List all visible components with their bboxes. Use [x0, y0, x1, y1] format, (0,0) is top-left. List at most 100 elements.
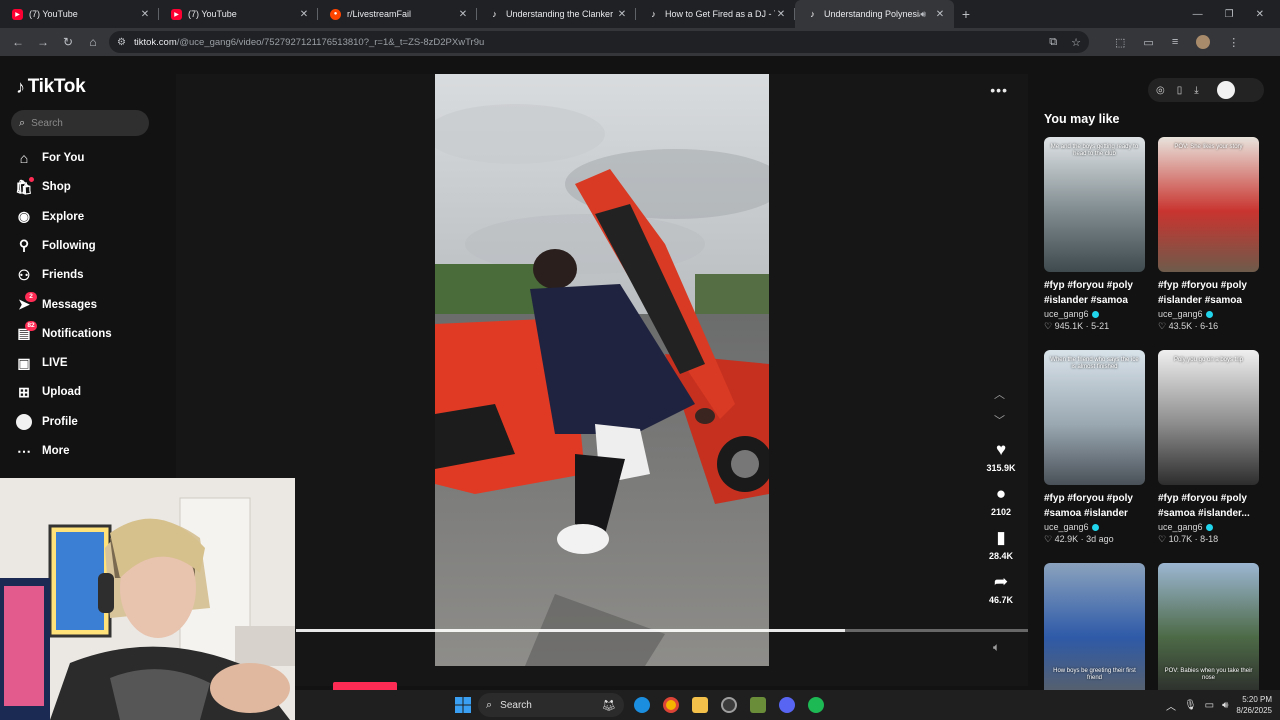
speaker-icon[interactable]: 🔊︎ [1222, 700, 1228, 711]
obs-icon[interactable] [721, 697, 737, 713]
sidebar-item-more[interactable]: ⋯ More [16, 441, 69, 461]
recommended-video-title[interactable]: #fyp #foryou #poly #samoa #islander [1044, 491, 1145, 521]
browser-tab[interactable]: ♪ Understanding the Clanker Me ✕ [477, 0, 636, 28]
tray-expand-icon[interactable]: ︿ [1166, 698, 1176, 713]
recommended-video[interactable]: POV: Babies when you take their nose [1158, 563, 1259, 698]
browser-tab[interactable]: ♪ How to Get Fired as a DJ - Tips✕ [636, 0, 795, 28]
next-video-icon[interactable]: ﹀ [994, 412, 1005, 428]
video-thumbnail[interactable]: Poly you go on a boys trip [1158, 350, 1259, 485]
browser-profile-avatar[interactable] [1196, 35, 1211, 49]
video-thumbnail[interactable]: When the friend who says the ice is almo… [1044, 350, 1145, 485]
reload-icon[interactable]: ↻ [56, 35, 80, 49]
video-thumbnail[interactable]: How boys be greeting their first friend [1044, 563, 1145, 698]
extensions-icon[interactable]: ⬚ [1115, 36, 1125, 49]
microphone-icon[interactable]: 🎙︎ [1184, 700, 1197, 711]
discord-icon[interactable] [779, 697, 795, 713]
sidebar-item-friends[interactable]: ⚇ Friends [16, 265, 84, 285]
file-explorer-icon[interactable] [692, 697, 708, 713]
forward-icon[interactable]: → [31, 35, 55, 49]
comment-button[interactable]: ● 2102 [981, 484, 1021, 517]
recommended-video-title[interactable]: #fyp #foryou #poly #islander #samoa [1158, 278, 1259, 308]
sidebar-item-messages[interactable]: ➤ 2 Messages [16, 291, 97, 315]
comment-count: 2102 [990, 507, 1012, 517]
video-progress-bar[interactable] [296, 629, 1028, 632]
recommended-video[interactable]: How boys be greeting their first friend [1044, 563, 1145, 698]
tiktok-logo[interactable]: ♪ TikTok [16, 76, 86, 98]
minimize-icon[interactable]: — [1193, 9, 1203, 20]
recommended-video[interactable]: POV: She likes your story #fyp #foryou #p… [1158, 137, 1259, 332]
taskbar-search[interactable]: ⌕ Search 🦊︎ [478, 693, 624, 717]
video-thumbnail[interactable]: Me and the boys getting ready to head to… [1044, 137, 1145, 272]
recommended-video-author[interactable]: uce_gang6 [1044, 522, 1145, 532]
video-frame[interactable] [435, 74, 769, 666]
sidebar-item-live[interactable]: ▣ LIVE [16, 353, 67, 373]
install-app-icon[interactable]: ⧉ [1049, 36, 1057, 49]
previous-video-icon[interactable]: ︿ [994, 386, 1005, 402]
user-avatar[interactable] [1216, 81, 1235, 99]
recommended-video-title[interactable]: #fyp #foryou #poly #islander #samoa [1044, 278, 1145, 308]
count-badge: 2 [25, 291, 37, 302]
recommended-video[interactable]: Poly you go on a boys trip #fyp #foryou #… [1158, 350, 1259, 545]
recommended-video-author[interactable]: uce_gang6 [1044, 309, 1145, 319]
video-player: ••• ︿ ﹀ ♥ 315.9K ● 2102 ▮ 28.4K ➦ 46.7K … [176, 74, 1028, 686]
save-button[interactable]: ▮ 28.4K [981, 528, 1021, 561]
video-thumbnail[interactable]: POV: Babies when you take their nose [1158, 563, 1259, 698]
recommended-video[interactable]: When the friend who says the ice is almo… [1044, 350, 1145, 545]
browser-menu-icon[interactable]: ⋮ [1228, 36, 1239, 49]
tab-close-icon[interactable]: ✕ [457, 9, 469, 20]
author-name: uce_gang6 [1158, 522, 1203, 532]
volume-icon[interactable]: 🔈︎ [993, 640, 1000, 655]
more-options-icon[interactable]: ••• [990, 82, 1008, 98]
stats-text: 42.9K · 3d ago [1054, 534, 1114, 544]
browser-tab[interactable]: ▶ (7) YouTube ✕ [0, 0, 159, 28]
like-button[interactable]: ♥ 315.9K [981, 440, 1021, 473]
compass-icon: ◉ [17, 208, 31, 225]
sidebar-item-profile[interactable]: Profile [16, 412, 78, 432]
video-thumbnail[interactable]: POV: She likes your story [1158, 137, 1259, 272]
tab-close-icon[interactable]: ✕ [775, 9, 787, 20]
browser-tab[interactable]: ▶ (7) YouTube ✕ [159, 0, 318, 28]
restore-icon[interactable]: ❐ [1225, 9, 1234, 20]
bookmark-star-icon[interactable]: ☆ [1071, 36, 1081, 49]
browser-tab[interactable]: ♪ Understanding Polynesian (🔊︎ ✕ [795, 0, 954, 28]
coins-icon[interactable]: ◎ [1156, 85, 1165, 96]
recommended-video[interactable]: Me and the boys getting ready to head to… [1044, 137, 1145, 332]
sidebar-item-shop[interactable]: 🛍︎ Shop [15, 177, 71, 197]
recommended-video-stats: ♡ 42.9K · 3d ago [1044, 534, 1145, 545]
tab-close-icon[interactable]: ✕ [298, 9, 310, 20]
app-icon[interactable] [750, 697, 766, 713]
tab-close-icon[interactable]: ✕ [934, 9, 946, 20]
sidebar-item-for-you[interactable]: ⌂ For You [16, 148, 85, 168]
device-icon[interactable]: ▯ [1177, 85, 1183, 96]
windows-start-icon[interactable] [455, 697, 471, 713]
home-icon[interactable]: ⌂ [81, 35, 105, 49]
split-view-icon[interactable]: ▭ [1143, 36, 1153, 49]
display-icon[interactable]: ▭ [1205, 700, 1214, 711]
recommended-video-author[interactable]: uce_gang6 [1158, 522, 1259, 532]
back-icon[interactable]: ← [6, 35, 30, 49]
verified-badge-icon [1091, 523, 1099, 531]
share-button[interactable]: ➦ 46.7K [981, 572, 1021, 605]
tab-audio-icon[interactable]: 🔊︎ [920, 9, 926, 20]
recommended-video-title[interactable]: #fyp #foryou #poly #samoa #islander... [1158, 491, 1259, 521]
tab-close-icon[interactable]: ✕ [616, 9, 628, 20]
address-bar[interactable]: ⚙ tiktok.com/@uce_gang6/video/7527927121… [109, 31, 1089, 53]
recommended-video-author[interactable]: uce_gang6 [1158, 309, 1259, 319]
media-control-icon[interactable]: ≡ [1172, 36, 1178, 48]
new-tab-button[interactable]: + [954, 6, 978, 22]
search-input[interactable]: ⌕ Search [11, 110, 149, 136]
spotify-icon[interactable] [808, 697, 824, 713]
tab-close-icon[interactable]: ✕ [139, 9, 151, 20]
sidebar-item-notifications[interactable]: ▤ 82 Notifications [16, 320, 112, 344]
stats-text: 945.1K · 5-21 [1054, 321, 1110, 331]
download-icon[interactable]: ⤓ [1194, 85, 1198, 96]
site-info-icon[interactable]: ⚙ [117, 37, 126, 48]
edge-icon[interactable] [634, 697, 650, 713]
sidebar-item-explore[interactable]: ◉ Explore [16, 207, 84, 227]
browser-tab[interactable]: ● r/LivestreamFail ✕ [318, 0, 477, 28]
clock[interactable]: 5:20 PM 8/26/2025 [1236, 694, 1272, 716]
chrome-icon[interactable] [663, 697, 679, 713]
sidebar-item-upload[interactable]: ⊞ Upload [16, 382, 81, 402]
sidebar-item-following[interactable]: ⚲ Following [16, 236, 96, 256]
close-window-icon[interactable]: ✕ [1256, 9, 1264, 20]
